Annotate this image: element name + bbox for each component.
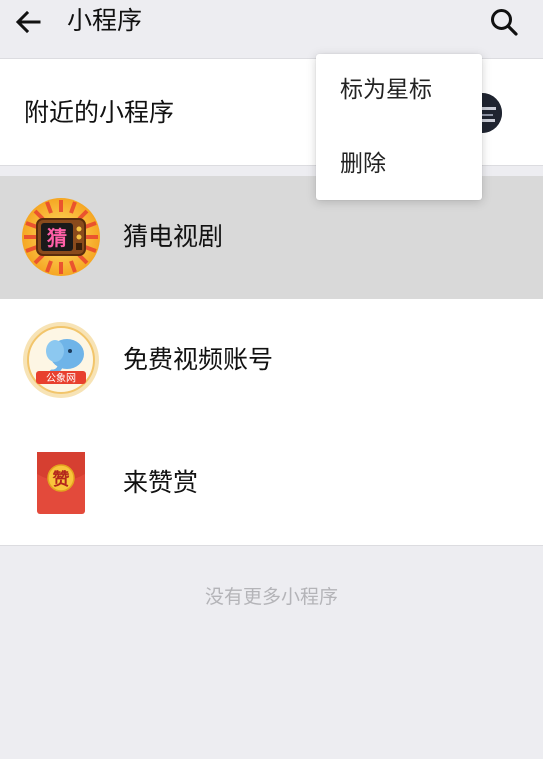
mini-program-name: 猜电视剧 [123,222,224,251]
top-bar: 小程序 [0,0,543,44]
elephant-icon: 公象网 [22,321,100,399]
tv-guess-icon-glyph: 猜 [46,226,67,250]
page-title: 小程序 [67,6,143,35]
list-item[interactable]: 公象网 免费视频账号 [0,299,543,422]
mini-program-list: 猜 猜电视剧 公象网 免费视频账号 赞 来赞赏 [0,176,543,546]
red-envelope-glyph: 赞 [52,469,70,490]
arrow-left-icon [15,10,41,34]
elephant-icon-text: 公象网 [46,373,76,385]
mini-programs-screen: 小程序 附近的小程序 猜 猜电视剧 公象网 免费视频账号 赞 来赞赏 没有更多小… [0,0,543,759]
search-icon [491,9,518,36]
list-divider [0,545,543,546]
red-envelope-icon: 赞 [22,444,100,522]
search-button[interactable] [484,2,524,42]
tv-guess-icon: 猜 [22,198,100,276]
nearby-label: 附近的小程序 [24,98,175,127]
menu-item-delete[interactable]: 删除 [340,149,386,179]
mini-program-name: 来赞赏 [123,468,199,497]
context-menu: 标为星标 删除 [316,54,482,200]
list-item[interactable]: 赞 来赞赏 [0,422,543,545]
menu-item-star[interactable]: 标为星标 [340,75,432,105]
back-button[interactable] [10,4,46,40]
mini-program-name: 免费视频账号 [123,345,274,374]
no-more-text: 没有更多小程序 [204,586,338,608]
